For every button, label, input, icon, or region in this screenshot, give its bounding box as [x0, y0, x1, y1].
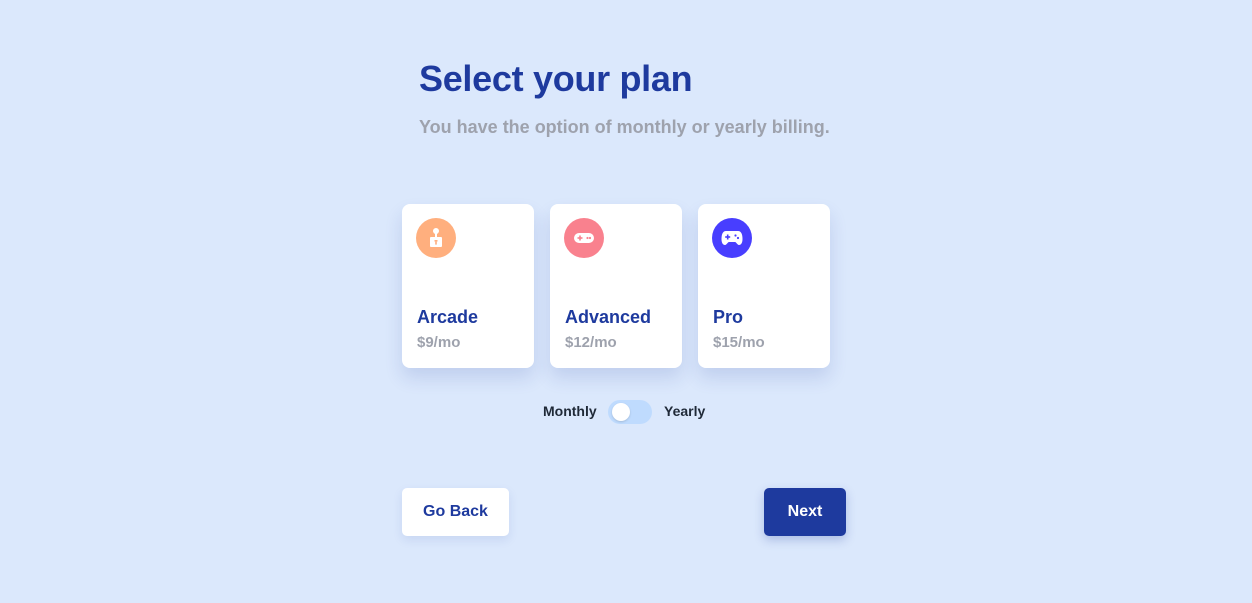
page-subtitle: You have the option of monthly or yearly…	[419, 117, 830, 137]
arcade-joystick-icon	[416, 218, 456, 258]
plan-card-advanced[interactable]: Advanced $12/mo	[550, 204, 682, 368]
plan-price: $9/mo	[417, 334, 461, 351]
plan-card-arcade[interactable]: Arcade $9/mo	[402, 204, 534, 368]
plan-price: $12/mo	[565, 334, 617, 351]
billing-monthly-label: Monthly	[543, 403, 597, 419]
billing-toggle[interactable]	[608, 400, 652, 424]
plan-name: Arcade	[417, 307, 479, 327]
toggle-knob	[612, 403, 630, 421]
plan-name: Pro	[713, 307, 744, 327]
plan-card-pro[interactable]: Pro $15/mo	[698, 204, 830, 368]
next-button[interactable]: Next	[764, 488, 846, 536]
billing-yearly-label: Yearly	[664, 403, 706, 419]
page-title: Select your plan	[419, 58, 693, 99]
plan-price: $15/mo	[713, 334, 765, 351]
gamepad-icon	[564, 218, 604, 258]
go-back-button[interactable]: Go Back	[402, 488, 509, 536]
game-controller-icon	[712, 218, 752, 258]
plan-selection-page: Select your plan You have the option of …	[0, 0, 1252, 603]
plan-name: Advanced	[565, 307, 652, 327]
